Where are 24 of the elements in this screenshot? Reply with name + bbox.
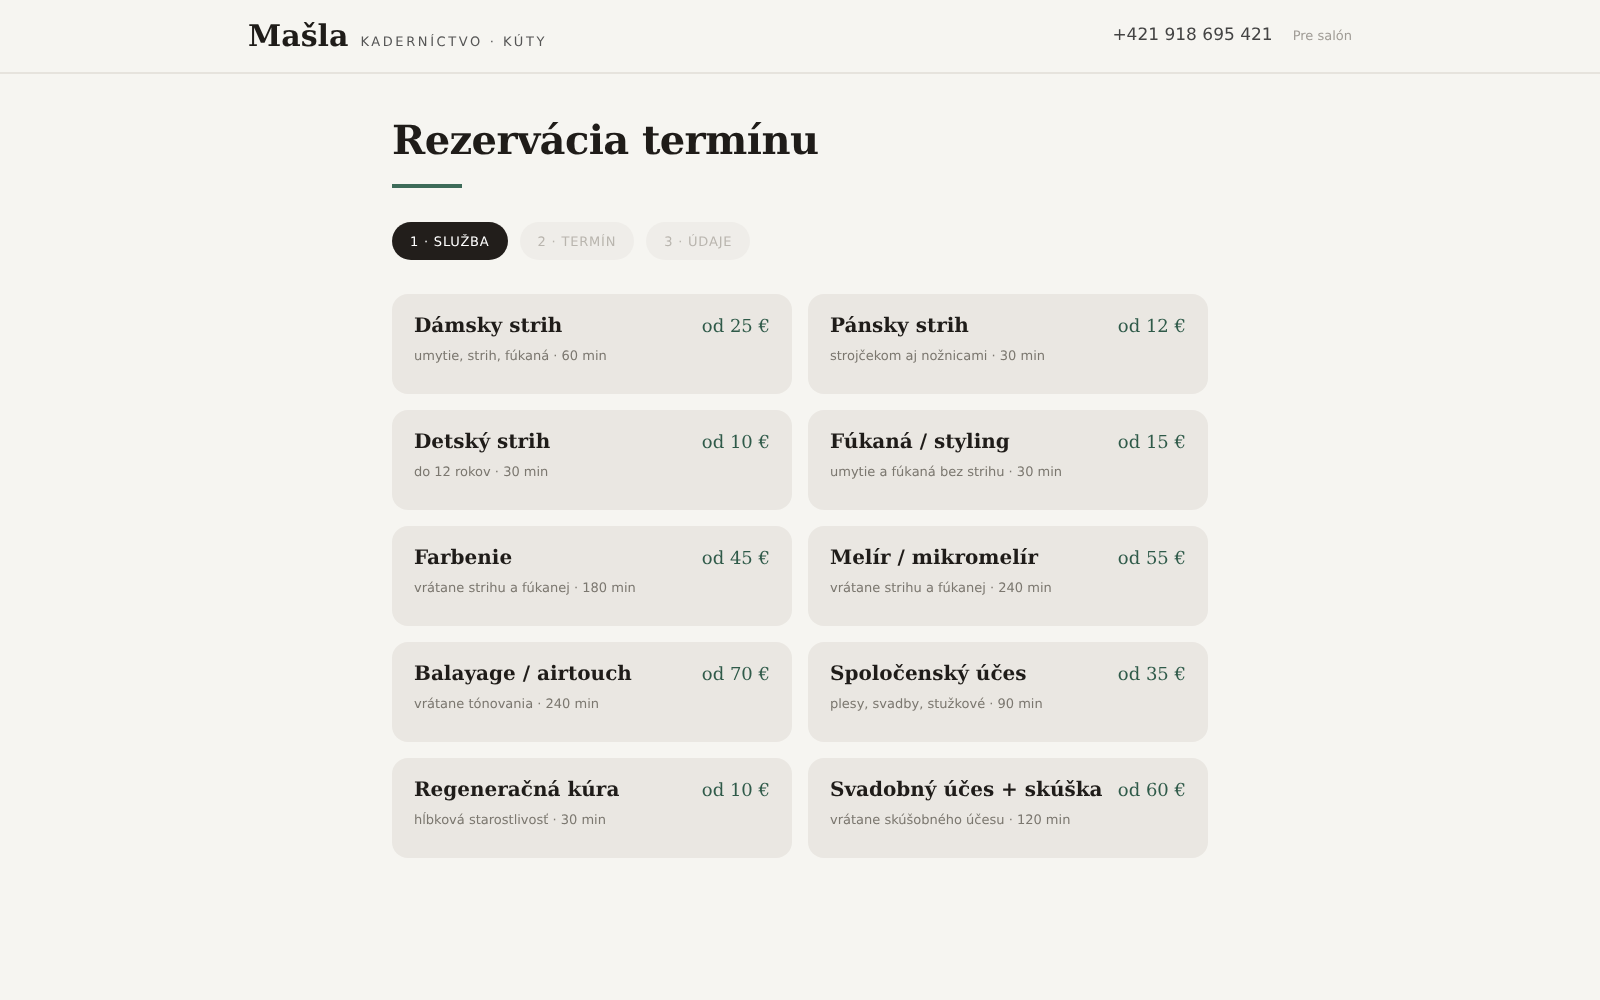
service-name: Melír / mikromelír [830, 548, 1038, 570]
service-price: od 70 € [701, 666, 770, 686]
service-price: od 35 € [1117, 666, 1186, 686]
phone-number: +421 918 695 421 [1112, 26, 1273, 46]
title-underline [392, 184, 462, 188]
service-name: Dámsky strih [414, 316, 563, 338]
service-price: od 45 € [701, 550, 770, 570]
service-name: Balayage / airtouch [414, 664, 632, 686]
service-price: od 10 € [701, 434, 770, 454]
service-name: Fúkaná / styling [830, 432, 1010, 454]
service-name: Spoločenský účes [830, 664, 1027, 686]
service-price: od 10 € [701, 782, 770, 802]
service-name: Pánsky strih [830, 316, 969, 338]
service-name: Svadobný účes + skúška [830, 780, 1103, 802]
service-price: od 15 € [1117, 434, 1186, 454]
service-name: Farbenie [414, 548, 513, 570]
service-price: od 55 € [1117, 550, 1186, 570]
service-price: od 25 € [701, 318, 770, 338]
service-name: Regeneračná kúra [414, 780, 620, 802]
service-price: od 12 € [1117, 318, 1186, 338]
service-price: od 60 € [1117, 782, 1186, 802]
logo[interactable]: Mašla [248, 18, 349, 54]
service-name: Detský strih [414, 432, 551, 454]
page-title: Rezervácia termínu [392, 116, 821, 164]
